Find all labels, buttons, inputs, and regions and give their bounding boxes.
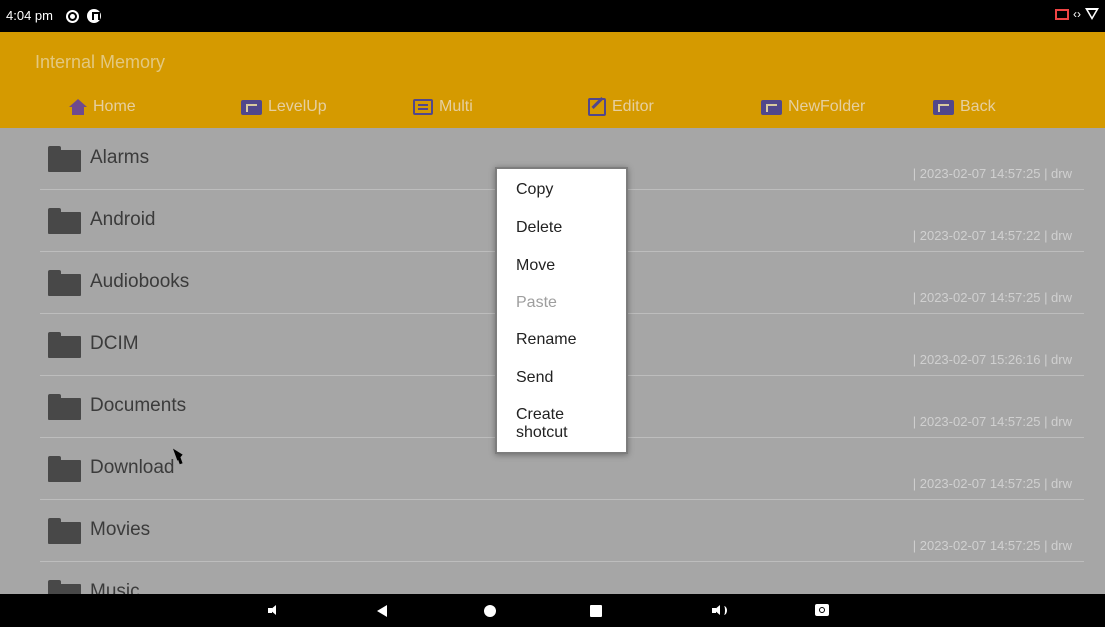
back-icon[interactable] (377, 605, 387, 617)
volume-up-icon[interactable] (712, 605, 728, 616)
back-label: Back (960, 98, 996, 115)
file-name: Movies (90, 519, 151, 540)
menu-item-delete[interactable]: Delete (516, 219, 562, 237)
volume-down-icon[interactable] (268, 605, 279, 616)
folder-icon (48, 580, 81, 594)
folder-icon (48, 394, 81, 420)
back-folder-icon (933, 99, 954, 115)
menu-item-send[interactable]: Send (516, 369, 553, 387)
home-nav-icon[interactable] (484, 605, 496, 617)
file-meta: | 2023-02-07 14:57:25 | drw (912, 290, 1072, 305)
home-icon (69, 99, 87, 115)
notification-icon (87, 9, 101, 23)
navigation-bar (0, 594, 1105, 627)
recents-icon[interactable] (590, 605, 602, 617)
levelup-label: LevelUp (268, 98, 327, 115)
file-meta: | 2023-02-07 14:57:25 | drw (912, 476, 1072, 491)
file-meta: | 2023-02-07 14:57:22 | drw (912, 228, 1072, 243)
status-time: 4:04 pm (6, 8, 53, 23)
multi-label: Multi (439, 98, 473, 115)
folder-icon (48, 146, 81, 172)
newfolder-label: NewFolder (788, 98, 866, 115)
context-menu: Copy Delete Move Paste Rename Send Creat… (495, 167, 628, 454)
page-title: Internal Memory (35, 52, 166, 72)
folder-icon (48, 208, 81, 234)
file-name: Android (90, 209, 156, 230)
file-name: Music (90, 581, 140, 594)
file-name: DCIM (90, 333, 139, 354)
toolbar: Home LevelUp Multi Editor NewFolder Back (0, 96, 1105, 128)
editor-button[interactable]: Editor (588, 98, 654, 116)
folder-icon (48, 518, 81, 544)
file-meta: | 2023-02-07 15:26:16 | drw (912, 352, 1072, 367)
editor-label: Editor (612, 98, 654, 115)
folder-icon (48, 332, 81, 358)
home-button[interactable]: Home (69, 98, 136, 116)
edit-icon (588, 98, 606, 116)
file-meta: | 2023-02-07 14:57:25 | drw (912, 538, 1072, 553)
menu-item-create-shortcut[interactable]: Create shotcut (516, 406, 586, 442)
multi-select-icon (413, 99, 433, 115)
app-header: Internal Memory Home LevelUp Multi Edito… (0, 32, 1105, 128)
list-item[interactable]: Movies | 2023-02-07 14:57:25 | drw (40, 500, 1084, 562)
newfolder-button[interactable]: NewFolder (761, 98, 865, 116)
file-name: Alarms (90, 147, 150, 168)
file-name: Documents (90, 395, 187, 416)
home-label: Home (93, 98, 136, 115)
screen-record-icon (66, 10, 79, 23)
back-button[interactable]: Back (933, 98, 996, 116)
list-item[interactable]: Music (40, 562, 1084, 594)
status-right-icons: ‹› (1055, 7, 1099, 21)
folder-up-icon (241, 99, 262, 115)
status-bar: 4:04 pm ‹› (0, 0, 1105, 32)
menu-item-rename[interactable]: Rename (516, 331, 576, 349)
menu-item-copy[interactable]: Copy (516, 181, 553, 199)
camera-icon[interactable] (815, 604, 829, 616)
file-meta: | 2023-02-07 14:57:25 | drw (912, 414, 1072, 429)
new-folder-icon (761, 99, 782, 115)
file-name: Download (90, 457, 175, 478)
wifi-icon (1085, 8, 1099, 20)
folder-icon (48, 456, 81, 482)
file-name: Audiobooks (90, 271, 190, 292)
cast-icon (1055, 8, 1069, 20)
folder-icon (48, 270, 81, 296)
multi-button[interactable]: Multi (413, 98, 473, 116)
menu-item-paste: Paste (516, 294, 557, 311)
file-meta: | 2023-02-07 14:57:25 | drw (912, 166, 1072, 181)
levelup-button[interactable]: LevelUp (241, 98, 327, 116)
menu-item-move[interactable]: Move (516, 257, 555, 275)
data-activity-icon: ‹› (1073, 7, 1081, 21)
